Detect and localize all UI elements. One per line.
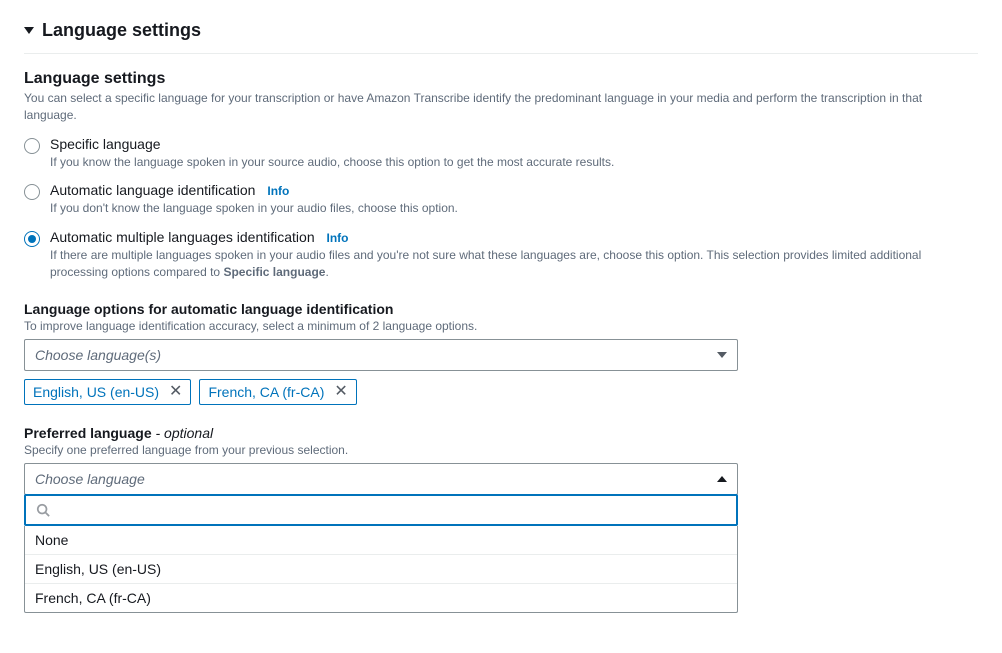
language-settings-desc: You can select a specific language for y… — [24, 90, 978, 124]
radio-icon — [24, 184, 40, 200]
close-icon[interactable]: ✕ — [334, 384, 347, 400]
language-options-field: Language options for automatic language … — [24, 301, 978, 405]
select-placeholder: Choose language — [35, 471, 145, 487]
field-label: Preferred language - optional — [24, 425, 978, 441]
chevron-down-icon — [717, 352, 727, 358]
preferred-language-select[interactable]: Choose language — [24, 463, 738, 495]
info-link[interactable]: Info — [267, 184, 289, 198]
chevron-up-icon — [717, 476, 727, 482]
radio-specific-language[interactable]: Specific language If you know the langua… — [24, 136, 978, 171]
preferred-language-field: Preferred language - optional Specify on… — [24, 425, 978, 613]
field-desc: To improve language identification accur… — [24, 319, 978, 333]
language-chip: English, US (en-US) ✕ — [24, 379, 191, 405]
language-settings-block: Language settings You can select a speci… — [24, 70, 978, 281]
language-mode-radio-group: Specific language If you know the langua… — [24, 136, 978, 281]
language-options-select[interactable]: Choose language(s) — [24, 339, 738, 371]
radio-label: Specific language — [50, 136, 161, 152]
language-settings-heading: Language settings — [24, 70, 978, 88]
section-header[interactable]: Language settings — [24, 20, 978, 54]
radio-desc: If you don't know the language spoken in… — [50, 200, 978, 217]
radio-label: Automatic multiple languages identificat… — [50, 229, 315, 245]
radio-label: Automatic language identification — [50, 182, 255, 198]
language-chip: French, CA (fr-CA) ✕ — [199, 379, 356, 405]
field-desc: Specify one preferred language from your… — [24, 443, 978, 457]
info-link[interactable]: Info — [327, 231, 349, 245]
radio-auto-language[interactable]: Automatic language identification Info I… — [24, 182, 978, 217]
chip-label: English, US (en-US) — [33, 384, 159, 400]
search-icon — [36, 503, 50, 517]
field-label: Language options for automatic language … — [24, 301, 978, 317]
caret-down-icon — [24, 27, 34, 34]
close-icon[interactable]: ✕ — [169, 384, 182, 400]
dropdown-list: None English, US (en-US) French, CA (fr-… — [24, 526, 738, 613]
radio-auto-multi-language[interactable]: Automatic multiple languages identificat… — [24, 229, 978, 281]
dropdown-search-input[interactable] — [24, 494, 738, 526]
selected-language-chips: English, US (en-US) ✕ French, CA (fr-CA)… — [24, 379, 978, 405]
chip-label: French, CA (fr-CA) — [208, 384, 324, 400]
radio-icon — [24, 138, 40, 154]
dropdown-option[interactable]: French, CA (fr-CA) — [25, 583, 737, 612]
radio-icon-selected — [24, 231, 40, 247]
dropdown-option[interactable]: English, US (en-US) — [25, 554, 737, 583]
dropdown-option-none[interactable]: None — [25, 526, 737, 554]
radio-desc: If there are multiple languages spoken i… — [50, 247, 978, 281]
select-placeholder: Choose language(s) — [35, 347, 161, 363]
section-title: Language settings — [42, 20, 201, 41]
radio-desc: If you know the language spoken in your … — [50, 154, 978, 171]
